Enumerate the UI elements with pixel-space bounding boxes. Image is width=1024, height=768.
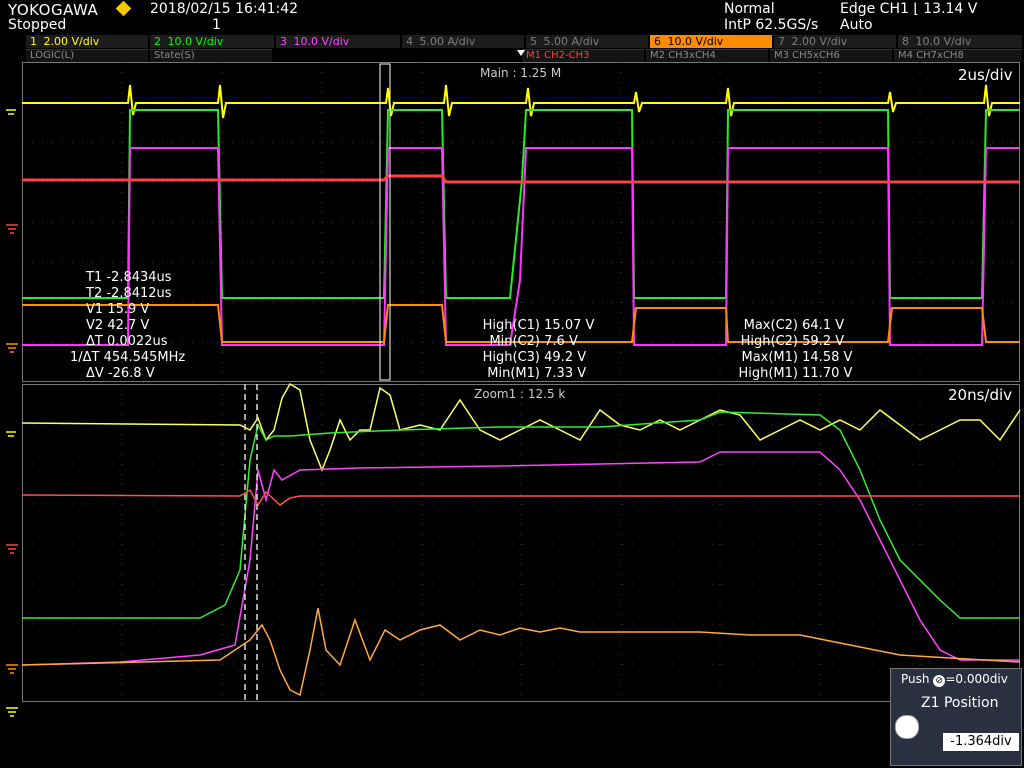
cursor-dt-name: ΔT: [86, 334, 103, 349]
param-left-value-2: 49.2 V: [544, 350, 587, 365]
position-value-field[interactable]: -1.364div: [943, 733, 1019, 751]
cursor-freq-name: 1/ΔT: [70, 350, 100, 365]
cursor-measurement-table: T1 -2.8434us T2 -2.8412us V1 15.9 V V2 4…: [70, 270, 250, 382]
param-right-name-3: High(M1): [738, 366, 798, 381]
zoom-position-panel[interactable]: Push ⊘ =0.000div Z1 Position -1.364div: [890, 668, 1022, 766]
cursor-dv-value: -26.8 V: [107, 366, 155, 381]
param-left-name-3: Min(M1): [487, 366, 540, 381]
param-left-name-2: High(C3): [482, 350, 540, 365]
cursor-v1-value: 15.9 V: [107, 302, 150, 317]
cursor-t1-name: T1: [86, 270, 103, 285]
param-right-value-2: 14.58 V: [802, 350, 853, 365]
knob-push-icon: ⊘: [933, 675, 946, 687]
cursor-v2-value: 42.7 V: [107, 318, 150, 333]
param-right-name-0: Max(C2): [743, 318, 798, 333]
param-right-value-3: 11.70 V: [802, 366, 853, 381]
cursor-freq-value: 454.545MHz: [103, 350, 186, 365]
param-left-value-3: 7.33 V: [544, 366, 587, 381]
cursor-t1-value: -2.8434us: [106, 270, 172, 285]
param-right-name-2: Max(M1): [741, 350, 798, 365]
cursor-dt-value: 0.0022us: [106, 334, 168, 349]
param-left-name-1: Min(C2): [489, 334, 540, 349]
ch3-zoom-trace: [21, 451, 1020, 666]
param-right-value-1: 59.2 V: [802, 334, 845, 349]
push-value: 0.000div: [955, 672, 1008, 686]
param-left-value-1: 7.6 V: [544, 334, 578, 349]
param-left-value-0: 15.07 V: [544, 318, 595, 333]
panel-title: Z1 Position: [921, 695, 999, 711]
waveform-traces: [6, 50, 1021, 717]
cursor-t2-name: T2: [86, 286, 103, 301]
push-label: Push ⊘ =0.000div: [901, 672, 1008, 687]
ch6-zoom-trace: [21, 607, 1021, 697]
param-left-name-0: High(C1): [482, 318, 540, 333]
m1-main-trace: [22, 174, 1020, 184]
param-right-name-1: High(C2): [740, 334, 798, 349]
trigger-position-marker: [517, 50, 525, 56]
ch1-main-trace: [22, 84, 1020, 119]
param-measure-right: Max(C2) 64.1 V High(C2) 59.2 V Max(M1) 1…: [736, 318, 896, 382]
cursor-t2-value: -2.8412us: [106, 286, 172, 301]
cursor-dv-name: ΔV: [86, 366, 104, 381]
cursor-v2-name: V2: [86, 318, 104, 333]
cursor-v1-name: V1: [86, 302, 104, 317]
rotary-knob-icon[interactable]: [895, 715, 919, 739]
param-measure-left: High(C1) 15.07 V Min(C2) 7.6 V High(C3) …: [468, 318, 628, 382]
param-right-value-0: 64.1 V: [802, 318, 845, 333]
